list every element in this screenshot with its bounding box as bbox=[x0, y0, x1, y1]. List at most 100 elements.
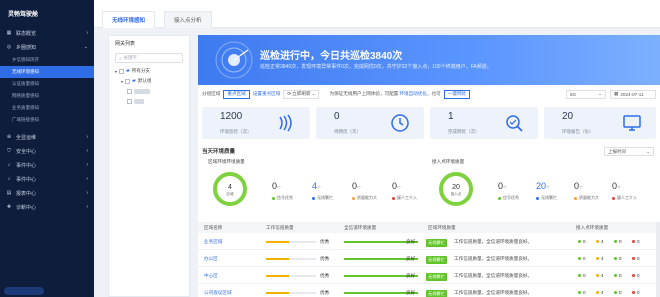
work-quality-bar bbox=[266, 275, 316, 277]
target-icon: ◎ bbox=[6, 44, 12, 50]
sidebar-subitem-active[interactable]: 无线环境感知 bbox=[0, 66, 94, 78]
work-quality-bar bbox=[266, 292, 316, 294]
count-value: 0 bbox=[583, 256, 586, 261]
metric-unit: 个 bbox=[503, 185, 508, 190]
table-row[interactable]: 中心区 优秀 良好 无线繁忙 工作信道质量，全信道环境质量良好。 0 4 0 0 bbox=[198, 267, 660, 284]
chevron-down-icon: ⌄ bbox=[311, 91, 316, 96]
chevron-right-icon: › bbox=[86, 190, 88, 196]
folder-icon: ▰ bbox=[126, 68, 130, 74]
tree-checkbox[interactable] bbox=[127, 88, 132, 94]
count-capacity: 0 bbox=[614, 239, 622, 244]
refresh-button[interactable]: ⟳ 立即刷新 ⌄ bbox=[283, 89, 320, 99]
area-name-link[interactable]: 中心区 bbox=[204, 273, 218, 279]
quality-description: 工作信道质量，全信道环境质量良好。 bbox=[454, 256, 533, 261]
ring-label: 区域 bbox=[227, 191, 234, 196]
stat-card-pending: 0 待网优（次） bbox=[316, 107, 424, 139]
stat-card-inspections: 1200 环境巡检（次） bbox=[202, 107, 310, 139]
redacted-block bbox=[134, 88, 150, 94]
sidebar-subitem[interactable]: 业务质量感知 bbox=[0, 102, 94, 114]
count-busy: 4 bbox=[596, 256, 604, 261]
count-manual: 0 bbox=[632, 256, 640, 261]
area-name-link[interactable]: 办公区 bbox=[204, 256, 218, 262]
tree-checkbox[interactable] bbox=[125, 78, 131, 84]
sidebar-item-reports[interactable]: ▤ 报表中心 › bbox=[0, 186, 94, 200]
sidebar-subitem[interactable]: 乡信感知风存 bbox=[0, 54, 94, 66]
status-dot bbox=[632, 240, 635, 243]
metric-unit: 个 bbox=[546, 185, 551, 190]
metric-label: 信号优秀 bbox=[277, 195, 293, 200]
area-name-link[interactable]: 公司会议区域 bbox=[204, 290, 232, 296]
tree-title: 网关列表 bbox=[115, 41, 136, 47]
table-row[interactable]: 公司会议区域 优秀 良好 无线繁忙 工作信道质量，全信道环境质量良好。 0 4 0 0 bbox=[198, 284, 660, 297]
sidebar-item-events-2[interactable]: ♪ 事件中心 › bbox=[0, 172, 94, 186]
stat-label: 环境报告（份） bbox=[562, 129, 594, 134]
count-capacity: 0 bbox=[614, 256, 622, 261]
set-key-area-link[interactable]: 设置重点区域 bbox=[253, 91, 281, 97]
clock-icon bbox=[391, 114, 409, 132]
refresh-icon: ⟳ bbox=[287, 91, 292, 96]
column-header: 接入点环境质量 bbox=[576, 225, 609, 230]
chevron-down-icon: ⌄ bbox=[598, 91, 602, 96]
status-dot bbox=[536, 196, 539, 200]
count-value: 0 bbox=[619, 256, 622, 261]
tree-node-redacted[interactable] bbox=[109, 96, 189, 106]
work-quality-bar bbox=[266, 241, 316, 243]
date-select[interactable]: ▦ 2024-07-11 bbox=[610, 89, 656, 99]
metric-unit: 个 bbox=[317, 185, 322, 190]
sidebar-item-label: 全显运维 bbox=[16, 134, 37, 141]
tree-node-group[interactable]: ▾ ▰ 默认组 bbox=[109, 76, 189, 86]
status-dot bbox=[578, 274, 581, 277]
status-dot bbox=[578, 291, 581, 294]
sidebar-item-security[interactable]: ⛉ 安全中心 › bbox=[0, 144, 94, 158]
sidebar-subitem[interactable]: 广域链接感知 bbox=[0, 114, 94, 126]
auto-optimize-link[interactable]: 环境自动优化 bbox=[399, 91, 427, 97]
quality-time-select[interactable]: 上报时间 ⌄ bbox=[604, 147, 654, 156]
main-content: 巡检进行中，今日共巡检3840次 巡检正常3840次，发现环境异常事件0次，完成… bbox=[198, 35, 660, 297]
status-dot bbox=[632, 291, 635, 294]
date-select-value: 2024-07-11 bbox=[620, 91, 644, 97]
count-value: 4 bbox=[601, 290, 604, 295]
status-dot bbox=[596, 291, 599, 294]
filter-hint-suffix: ，也可 bbox=[426, 91, 441, 96]
count-value: 0 bbox=[583, 273, 586, 278]
sidebar-item-diagnosis[interactable]: ✚ 诊断中心 › bbox=[0, 200, 94, 214]
tree-node-root[interactable]: ▾ ▰ 所有分支 bbox=[109, 66, 189, 76]
tree-checkbox[interactable] bbox=[127, 98, 132, 104]
sidebar-item-events[interactable]: ♪ 事件中心 › bbox=[0, 158, 94, 172]
status-badge: 无线繁忙 bbox=[426, 273, 447, 281]
status-dot bbox=[352, 196, 355, 200]
sidebar: 灵畅驾驶舱 ▦ 联态概览 › ◎ 乡圈感知 ⌄ 乡信感知风存 无线环境感知 认证… bbox=[0, 0, 94, 297]
tree-node-redacted[interactable] bbox=[109, 86, 189, 96]
area-name-link[interactable]: 业务区域 bbox=[204, 239, 222, 245]
banner-title: 巡检进行中，今日共巡检3840次 bbox=[260, 51, 403, 62]
metric-unit: 个 bbox=[277, 185, 282, 190]
band-select[interactable]: 5G ⌄ bbox=[566, 89, 606, 99]
all-quality-label: 良好 bbox=[406, 273, 416, 278]
sidebar-subitem[interactable]: 网络质量感知 bbox=[0, 90, 94, 102]
sidebar-item-overview[interactable]: ▦ 联态概览 › bbox=[0, 26, 94, 40]
status-dot bbox=[632, 257, 635, 260]
table-scrollbar[interactable] bbox=[656, 222, 660, 297]
sidebar-item-ops[interactable]: ⊕ 全显运维 › bbox=[0, 130, 94, 144]
sidebar-item-perception[interactable]: ◎ 乡圈感知 ⌄ bbox=[0, 40, 94, 54]
folder-icon: ▰ bbox=[132, 78, 136, 84]
chevron-right-icon: › bbox=[86, 30, 88, 36]
metric-excellent: 0个 信号优秀 bbox=[498, 181, 534, 201]
area-quality-ring: 4 区域 bbox=[213, 172, 247, 206]
sidebar-subitem[interactable]: 认证质量感知 bbox=[0, 78, 94, 90]
tree-checkbox[interactable] bbox=[119, 68, 125, 74]
ap-quality-label: 接入点环境质量 bbox=[432, 159, 465, 164]
tab-wireless-env[interactable]: 无线环境感知 bbox=[102, 11, 156, 28]
key-area-button[interactable]: 重点区域 bbox=[223, 89, 250, 99]
status-dot bbox=[498, 196, 501, 200]
table-row[interactable]: 业务区域 优秀 良好 无线繁忙 工作信道质量，全信道环境质量良好。 0 4 0 0 bbox=[198, 233, 660, 250]
count-value: 0 bbox=[637, 239, 640, 244]
chevron-right-icon: › bbox=[86, 148, 88, 154]
table-row[interactable]: 办公区 优秀 良好 无线繁忙 工作信道质量，全信道环境质量良好。 0 4 0 0 bbox=[198, 250, 660, 267]
tree-search-input[interactable]: ⌕ 关键字 bbox=[115, 53, 183, 63]
ap-quality-ring: 20 接入点 bbox=[439, 172, 473, 206]
sidebar-collapse-pill[interactable] bbox=[4, 287, 44, 295]
tab-ap-analysis[interactable]: 接入点分析 bbox=[164, 11, 212, 28]
one-click-optimize-button[interactable]: 一键网优 bbox=[443, 89, 471, 99]
count-excellent: 0 bbox=[578, 273, 586, 278]
